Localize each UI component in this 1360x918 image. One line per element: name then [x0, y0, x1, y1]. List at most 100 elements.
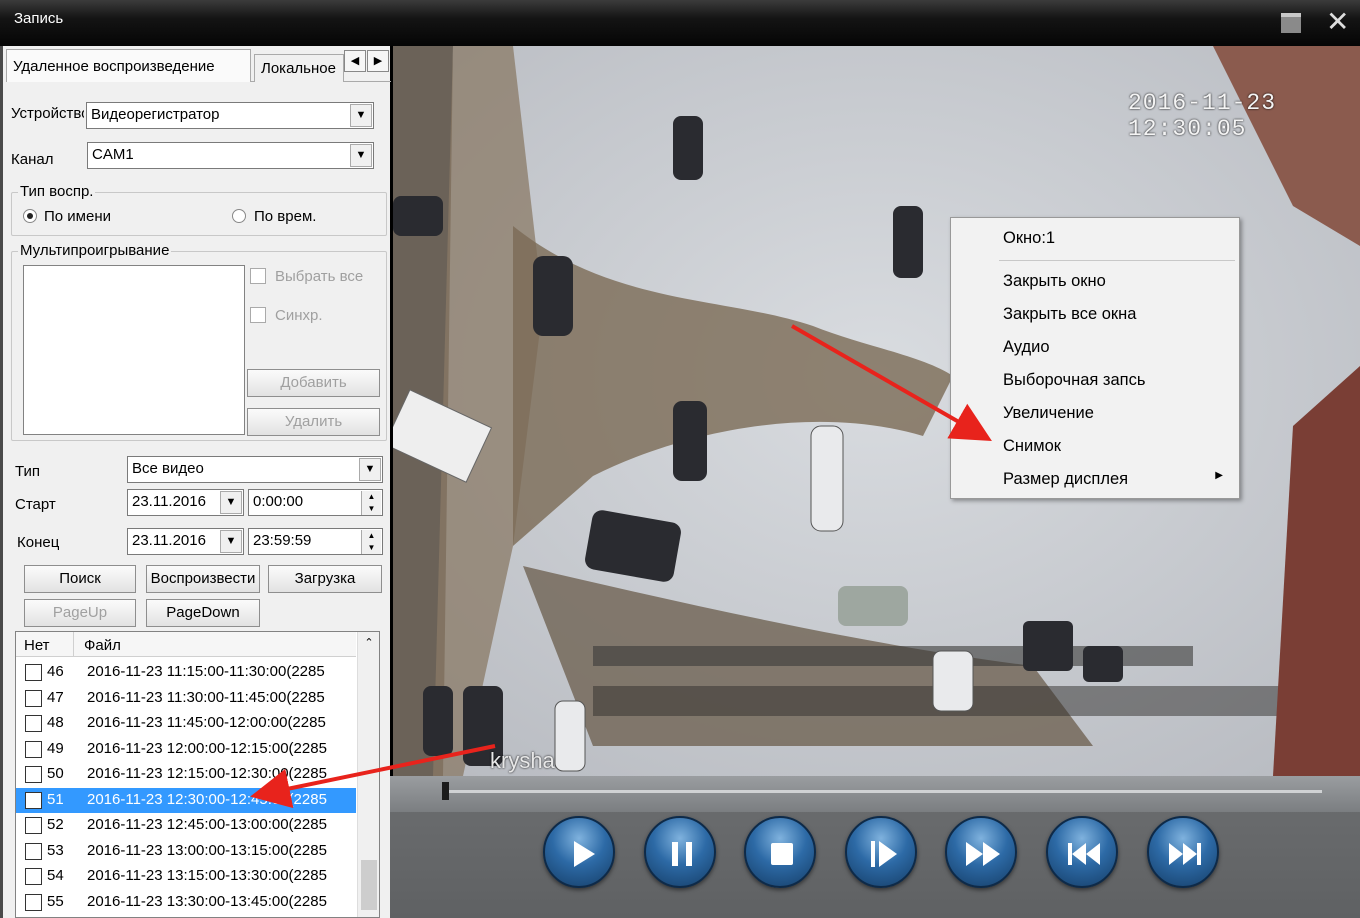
chevron-down-icon[interactable]: ▼: [350, 144, 372, 167]
row-checkbox[interactable]: [25, 766, 42, 783]
stop-icon[interactable]: [744, 816, 816, 888]
row-file: 2016-11-23 11:15:00-11:30:00(2285: [87, 663, 325, 680]
table-row[interactable]: 53 2016-11-23 13:00:00-13:15:00(2285: [16, 839, 356, 865]
start-date-value: 23.11.2016: [132, 493, 206, 510]
table-row[interactable]: 55 2016-11-23 13:30:00-13:45:00(2285: [16, 890, 356, 916]
tab-remote-playback[interactable]: Удаленное воспроизведение: [6, 49, 251, 82]
video-timestamp: 2016-11-23 12:30:05: [1128, 90, 1277, 142]
pagedown-button[interactable]: PageDown: [146, 599, 260, 627]
menu-item-zoom[interactable]: Увеличение: [1003, 404, 1094, 423]
close-icon[interactable]: ✕: [1326, 6, 1349, 38]
table-row[interactable]: 54 2016-11-23 13:15:00-13:30:00(2285: [16, 864, 356, 890]
minimize-icon[interactable]: [1281, 13, 1301, 33]
play-button[interactable]: Воспроизвести: [146, 565, 260, 593]
multiplay-title: Мультипроигрывание: [18, 242, 172, 259]
type-select[interactable]: Все видео ▼: [127, 456, 383, 483]
table-row[interactable]: 48 2016-11-23 11:45:00-12:00:00(2285: [16, 711, 356, 737]
pageup-button[interactable]: PageUp: [24, 599, 136, 627]
table-row[interactable]: 51 2016-11-23 12:30:00-12:45:00(2285: [16, 787, 356, 813]
chevron-down-icon[interactable]: ▼: [220, 491, 242, 514]
progress-knob[interactable]: [442, 782, 449, 800]
file-list[interactable]: Нет Файл 46 2016-11-23 11:15:00-11:30:00(…: [15, 631, 380, 918]
radio-by-time[interactable]: [232, 209, 246, 223]
end-label: Конец: [17, 534, 60, 551]
left-panel: Удаленное воспроизведение Локальное ◀ ▶ …: [0, 46, 391, 918]
row-checkbox[interactable]: [25, 740, 42, 758]
type-label: Тип: [15, 463, 41, 480]
tab-local-playback[interactable]: Локальное: [254, 54, 344, 82]
progress-track[interactable]: [442, 790, 1322, 793]
fast-forward-icon[interactable]: [945, 816, 1017, 888]
download-button[interactable]: Загрузка: [268, 565, 382, 593]
row-checkbox[interactable]: [25, 715, 42, 732]
multiplay-list[interactable]: [23, 265, 245, 435]
menu-item-selective-record[interactable]: Выборочная запсь: [1003, 371, 1145, 390]
row-number: 52: [47, 816, 64, 833]
chevron-down-icon[interactable]: ▼: [350, 104, 372, 127]
menu-item-display-size[interactable]: Размер дисплея: [1003, 470, 1128, 489]
row-number: 49: [47, 739, 64, 757]
radio-by-name-label: По имени: [44, 208, 111, 225]
end-date-value: 23.11.2016: [132, 532, 206, 549]
tab-scroll: ◀ ▶: [344, 50, 394, 72]
chevron-up-icon[interactable]: ⌃: [358, 636, 379, 649]
progress-bar[interactable]: [390, 776, 1360, 812]
menu-item-close-window[interactable]: Закрыть окно: [1003, 272, 1106, 291]
radio-by-name[interactable]: [23, 209, 37, 223]
add-button[interactable]: Добавить: [247, 369, 380, 397]
menu-item-audio[interactable]: Аудио: [1003, 338, 1050, 357]
window-titlebar: Запись ✕: [0, 0, 1360, 46]
select-all-checkbox[interactable]: [250, 268, 266, 284]
end-time-input[interactable]: 23:59:59 ▲ ▼: [248, 528, 383, 555]
row-number: 55: [47, 892, 64, 910]
row-checkbox[interactable]: [25, 893, 42, 911]
sync-checkbox[interactable]: [250, 307, 266, 323]
row-number: 54: [47, 867, 64, 884]
start-time-input[interactable]: 0:00:00 ▲ ▼: [248, 489, 383, 516]
table-row[interactable]: 49 2016-11-23 12:00:00-12:15:00(2285: [16, 737, 356, 763]
row-checkbox[interactable]: [25, 664, 42, 681]
menu-item-snapshot[interactable]: Снимок: [1003, 437, 1061, 456]
tab-right-icon[interactable]: ▶: [367, 50, 389, 72]
device-select[interactable]: Видеорегистратор ▼: [86, 102, 374, 129]
row-checkbox[interactable]: [25, 817, 42, 834]
table-row[interactable]: 46 2016-11-23 11:15:00-11:30:00(2285: [16, 660, 356, 686]
end-date-picker[interactable]: 23.11.2016 ▼: [127, 528, 244, 555]
table-row[interactable]: 52 2016-11-23 12:45:00-13:00:00(2285: [16, 813, 356, 839]
step-forward-icon[interactable]: [845, 816, 917, 888]
skip-back-icon[interactable]: [1046, 816, 1118, 888]
play-icon[interactable]: [543, 816, 615, 888]
column-file[interactable]: Файл: [76, 632, 129, 659]
row-file: 2016-11-23 11:45:00-12:00:00(2285: [87, 714, 326, 731]
search-button[interactable]: Поиск: [24, 565, 136, 593]
channel-select[interactable]: CAM1 ▼: [87, 142, 374, 169]
column-no[interactable]: Нет: [16, 632, 74, 657]
scroll-thumb[interactable]: [361, 860, 377, 910]
playback-type-title: Тип воспр.: [18, 183, 96, 200]
menu-header-window: Окно:1: [1003, 229, 1056, 247]
row-checkbox[interactable]: [25, 689, 42, 707]
table-row[interactable]: 47 2016-11-23 11:30:00-11:45:00(2285: [16, 686, 356, 712]
row-number: 51: [47, 790, 64, 808]
file-list-scrollbar[interactable]: ⌃: [357, 632, 379, 917]
chevron-down-icon[interactable]: ▼: [359, 458, 381, 481]
start-date-picker[interactable]: 23.11.2016 ▼: [127, 489, 244, 516]
row-file: 2016-11-23 12:30:00-12:45:00(2285: [87, 790, 327, 808]
menu-item-close-all-windows[interactable]: Закрыть все окна: [1003, 305, 1136, 324]
row-file: 2016-11-23 12:15:00-12:30:00(2285: [87, 765, 327, 782]
table-row[interactable]: 50 2016-11-23 12:15:00-12:30:00(2285: [16, 762, 356, 788]
playback-controls: [390, 776, 1360, 918]
device-value: Видеорегистратор: [91, 106, 220, 123]
row-checkbox[interactable]: [25, 842, 42, 860]
tab-left-icon[interactable]: ◀: [344, 50, 366, 72]
row-file: 2016-11-23 12:45:00-13:00:00(2285: [87, 816, 327, 833]
row-file: 2016-11-23 13:15:00-13:30:00(2285: [87, 867, 327, 884]
skip-forward-icon[interactable]: [1147, 816, 1219, 888]
spinner-icon[interactable]: ▲ ▼: [361, 491, 381, 515]
row-checkbox[interactable]: [25, 868, 42, 885]
row-checkbox[interactable]: [25, 791, 42, 809]
chevron-down-icon[interactable]: ▼: [220, 530, 242, 553]
remove-button[interactable]: Удалить: [247, 408, 380, 436]
spinner-icon[interactable]: ▲ ▼: [361, 530, 381, 554]
pause-icon[interactable]: [644, 816, 716, 888]
